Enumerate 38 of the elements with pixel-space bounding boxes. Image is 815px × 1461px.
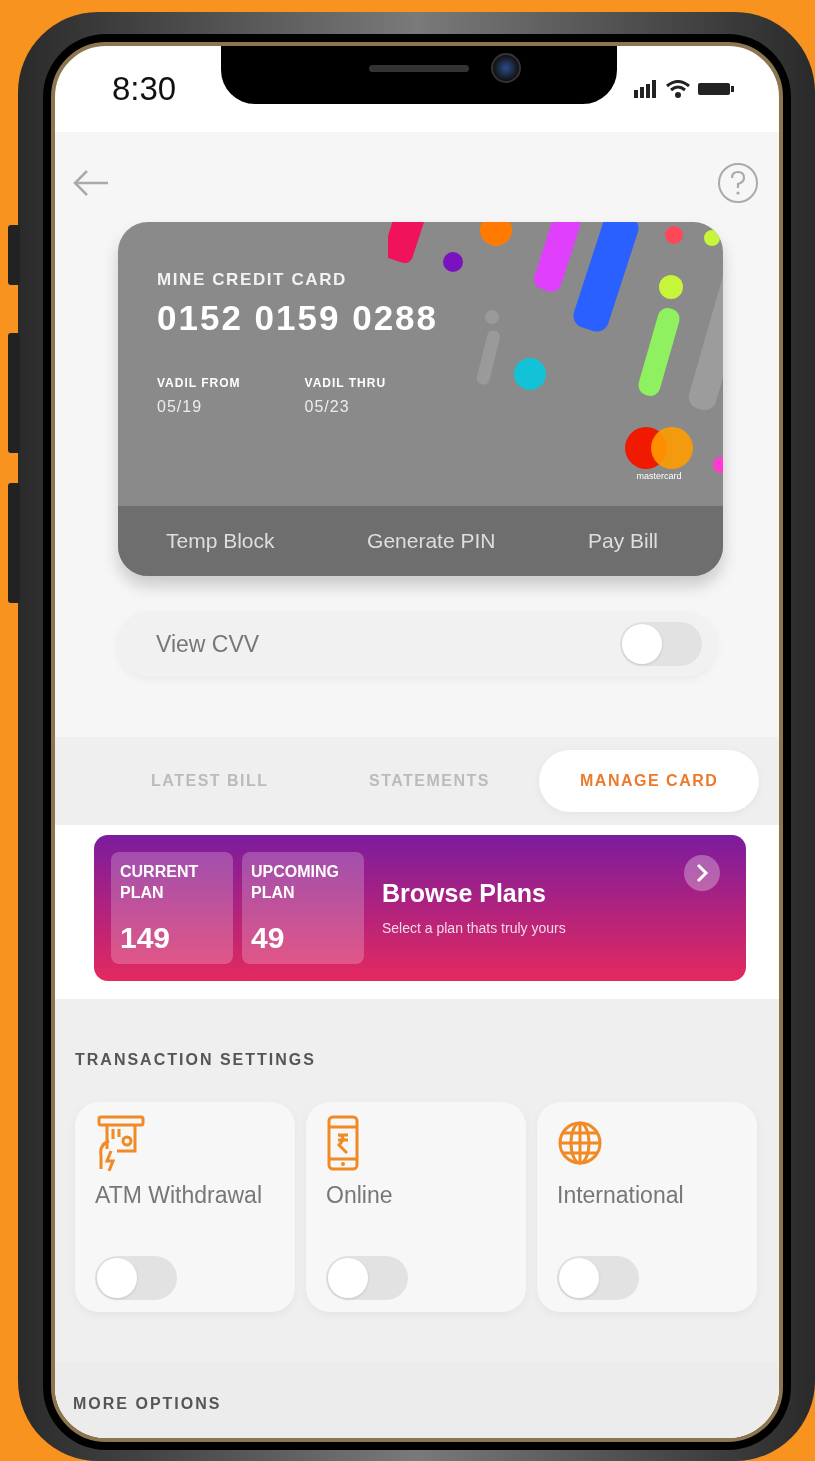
tab[interactable]: MANAGE CARD xyxy=(539,750,759,812)
globe-icon xyxy=(557,1120,603,1166)
setting-toggle[interactable] xyxy=(557,1256,639,1300)
validity-date: 05/23 xyxy=(304,398,351,416)
section-heading: TRANSACTION SETTINGS xyxy=(75,1051,317,1069)
plan-label: UPCOMING PLAN xyxy=(251,862,340,903)
card-action-button[interactable]: Generate PIN xyxy=(367,529,496,553)
status-time: 8:30 xyxy=(112,70,177,108)
setting-label: International xyxy=(557,1182,684,1210)
signal-icon xyxy=(634,80,658,98)
setting-toggle[interactable] xyxy=(95,1256,177,1300)
atm-icon xyxy=(95,1115,147,1171)
card-action-button[interactable]: Temp Block xyxy=(166,529,275,553)
validity-date: 05/19 xyxy=(157,398,204,416)
battery-icon xyxy=(698,82,734,96)
help-icon[interactable] xyxy=(717,162,759,204)
cvv-label: View CVV xyxy=(156,630,260,658)
card-name: MINE CREDIT CARD xyxy=(157,270,348,290)
cvv-toggle[interactable] xyxy=(620,622,702,666)
setting-label: ATM Withdrawal xyxy=(95,1182,262,1210)
setting-label: Online xyxy=(326,1182,393,1210)
chevron-right-icon[interactable] xyxy=(684,855,720,891)
setting-toggle[interactable] xyxy=(326,1256,408,1300)
card-action-button[interactable]: Pay Bill xyxy=(587,529,658,553)
card-number: 0152 0159 0288 xyxy=(157,298,440,338)
plan-value: 49 xyxy=(251,921,286,955)
browse-plans-title: Browse Plans xyxy=(382,879,547,908)
phone-rupee-icon xyxy=(326,1115,360,1171)
browse-plans-subtitle: Select a plan thats truly yours xyxy=(382,920,566,936)
card-brand: mastercard xyxy=(636,471,682,481)
wifi-icon xyxy=(665,80,691,98)
plan-value: 149 xyxy=(120,921,172,955)
validity-label: VADIL FROM xyxy=(157,376,241,390)
plan-label: CURRENT PLAN xyxy=(120,862,200,903)
validity-label: VADIL THRU xyxy=(304,376,387,390)
mastercard-logo-icon xyxy=(625,427,693,469)
back-arrow-icon[interactable] xyxy=(72,169,110,197)
section-heading: MORE OPTIONS xyxy=(73,1395,223,1413)
